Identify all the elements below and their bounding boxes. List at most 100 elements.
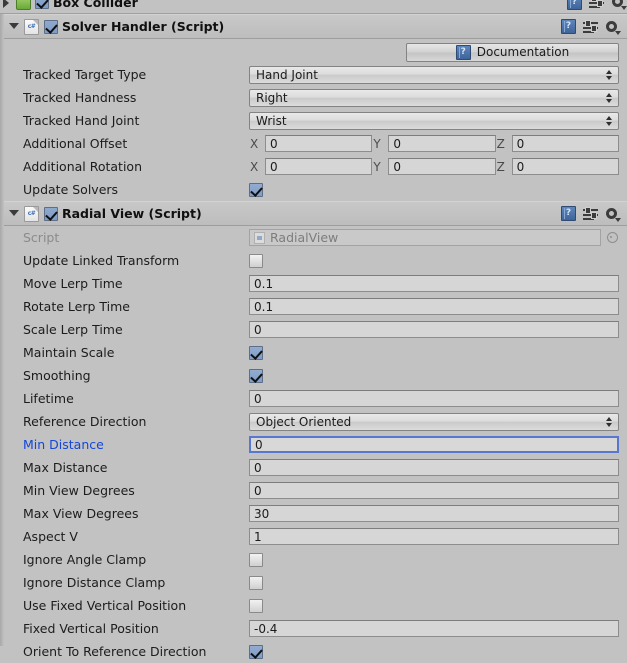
foldout-arrow-icon[interactable] — [8, 20, 21, 33]
property-label: Tracked Handness — [23, 90, 137, 105]
additional-offset-z-input[interactable]: 0 — [511, 135, 619, 152]
property-label: Rotate Lerp Time — [23, 299, 130, 314]
property-label: Smoothing — [23, 368, 91, 383]
property-label: Min Distance — [23, 437, 104, 452]
property-row-smoothing: Smoothing — [0, 364, 627, 387]
lifetime-input[interactable]: 0 — [249, 390, 619, 407]
preset-icon[interactable] — [589, 0, 604, 9]
property-row-maintain-scale: Maintain Scale — [0, 341, 627, 364]
max-distance-input[interactable]: 0 — [249, 459, 619, 476]
property-row-max-distance: Max Distance 0 — [0, 456, 627, 479]
preset-icon[interactable] — [583, 206, 598, 221]
documentation-button[interactable]: ? Documentation — [406, 42, 619, 62]
property-label: Scale Lerp Time — [23, 322, 123, 337]
settings-icon[interactable] — [605, 207, 621, 222]
ignore-distance-clamp-checkbox[interactable] — [249, 575, 263, 590]
foldout-arrow-icon[interactable] — [0, 0, 13, 9]
scale-lerp-time-input[interactable]: 0 — [249, 321, 619, 338]
property-row-ignore-angle-clamp: Ignore Angle Clamp — [0, 548, 627, 571]
settings-icon[interactable] — [611, 0, 627, 10]
solver-handler-properties: Tracked Target Type Hand Joint Tracked H… — [0, 63, 627, 201]
property-label: Move Lerp Time — [23, 276, 123, 291]
property-row-reference-direction: Reference Direction Object Oriented — [0, 410, 627, 433]
script-object-value: RadialView — [270, 230, 339, 245]
property-label: Use Fixed Vertical Position — [23, 598, 187, 613]
axis-label-z: Z — [496, 136, 505, 151]
preset-icon[interactable] — [583, 19, 598, 34]
axis-label-y: Y — [373, 136, 381, 151]
property-row-move-lerp-time: Move Lerp Time 0.1 — [0, 272, 627, 295]
tracked-target-type-dropdown[interactable]: Hand Joint — [249, 65, 619, 84]
ignore-angle-clamp-checkbox[interactable] — [249, 552, 263, 567]
property-label: Max View Degrees — [23, 506, 139, 521]
documentation-button-label: Documentation — [476, 45, 570, 59]
component-enabled-checkbox[interactable] — [44, 19, 58, 34]
property-label: Script — [23, 230, 60, 245]
vector3-additional-offset: X 0 Y 0 Z 0 — [249, 135, 619, 152]
property-label: Tracked Target Type — [23, 67, 147, 82]
help-icon: ? — [455, 44, 471, 60]
property-row-ignore-distance-clamp: Ignore Distance Clamp — [0, 571, 627, 594]
dropdown-value: Right — [256, 90, 288, 105]
help-icon[interactable]: ? — [561, 206, 576, 221]
property-row-tracked-hand-joint: Tracked Hand Joint Wrist — [0, 109, 627, 132]
tracked-hand-joint-dropdown[interactable]: Wrist — [249, 111, 619, 130]
settings-icon[interactable] — [605, 20, 621, 35]
chevron-updown-icon — [604, 91, 615, 105]
move-lerp-time-input[interactable]: 0.1 — [249, 275, 619, 292]
object-picker-icon[interactable] — [605, 232, 619, 243]
component-header-box-collider[interactable]: Box Collider ? — [0, 0, 627, 14]
property-label: Additional Rotation — [23, 159, 143, 174]
reference-direction-dropdown[interactable]: Object Oriented — [249, 412, 619, 431]
additional-offset-x-input[interactable]: 0 — [265, 135, 373, 152]
help-icon[interactable]: ? — [567, 0, 582, 10]
csharp-script-icon: c# — [24, 205, 39, 222]
additional-rotation-z-input[interactable]: 0 — [511, 158, 619, 175]
box-collider-icon — [16, 0, 31, 10]
property-row-max-view-degrees: Max View Degrees 30 — [0, 502, 627, 525]
use-fixed-vertical-position-checkbox[interactable] — [249, 598, 263, 613]
property-label: Tracked Hand Joint — [23, 113, 140, 128]
csharp-script-icon: c# — [24, 18, 39, 35]
component-header-radial-view[interactable]: c# Radial View (Script) ? — [0, 201, 627, 226]
orient-to-reference-direction-checkbox[interactable] — [249, 644, 263, 659]
documentation-row: ? Documentation — [0, 39, 627, 63]
property-row-min-view-degrees: Min View Degrees 0 — [0, 479, 627, 502]
min-distance-input[interactable]: 0 — [249, 436, 619, 453]
additional-rotation-x-input[interactable]: 0 — [265, 158, 373, 175]
property-row-orient-to-reference-direction: Orient To Reference Direction — [0, 640, 627, 663]
property-row-rotate-lerp-time: Rotate Lerp Time 0.1 — [0, 295, 627, 318]
property-label: Lifetime — [23, 391, 74, 406]
property-label: Additional Offset — [23, 136, 128, 151]
update-solvers-checkbox[interactable] — [249, 182, 263, 197]
property-label: Orient To Reference Direction — [23, 644, 207, 659]
property-row-additional-offset: Additional Offset X 0 Y 0 Z 0 — [0, 132, 627, 155]
smoothing-checkbox[interactable] — [249, 368, 263, 383]
additional-rotation-y-input[interactable]: 0 — [388, 158, 496, 175]
property-label: Update Solvers — [23, 182, 119, 197]
dropdown-value: Object Oriented — [256, 414, 352, 429]
axis-label-z: Z — [496, 159, 505, 174]
component-enabled-checkbox[interactable] — [35, 0, 49, 9]
property-label: Min View Degrees — [23, 483, 135, 498]
component-header-solver-handler[interactable]: c# Solver Handler (Script) ? — [0, 14, 627, 39]
radial-view-properties: Script RadialView Update Linked Transfor… — [0, 226, 627, 663]
aspect-v-input[interactable]: 1 — [249, 528, 619, 545]
min-view-degrees-input[interactable]: 0 — [249, 482, 619, 499]
rotate-lerp-time-input[interactable]: 0.1 — [249, 298, 619, 315]
help-icon[interactable]: ? — [561, 19, 576, 34]
update-linked-transform-checkbox[interactable] — [249, 253, 263, 268]
tracked-handness-dropdown[interactable]: Right — [249, 88, 619, 107]
max-view-degrees-input[interactable]: 30 — [249, 505, 619, 522]
component-enabled-checkbox[interactable] — [44, 206, 58, 221]
property-row-additional-rotation: Additional Rotation X 0 Y 0 Z 0 — [0, 155, 627, 178]
axis-label-x: X — [250, 159, 259, 174]
property-label: Fixed Vertical Position — [23, 621, 159, 636]
foldout-arrow-icon[interactable] — [8, 207, 21, 220]
vector3-additional-rotation: X 0 Y 0 Z 0 — [249, 158, 619, 175]
maintain-scale-checkbox[interactable] — [249, 345, 263, 360]
fixed-vertical-position-input[interactable]: -0.4 — [249, 620, 619, 637]
property-row-script: Script RadialView — [0, 226, 627, 249]
chevron-updown-icon — [604, 68, 615, 82]
additional-offset-y-input[interactable]: 0 — [388, 135, 496, 152]
